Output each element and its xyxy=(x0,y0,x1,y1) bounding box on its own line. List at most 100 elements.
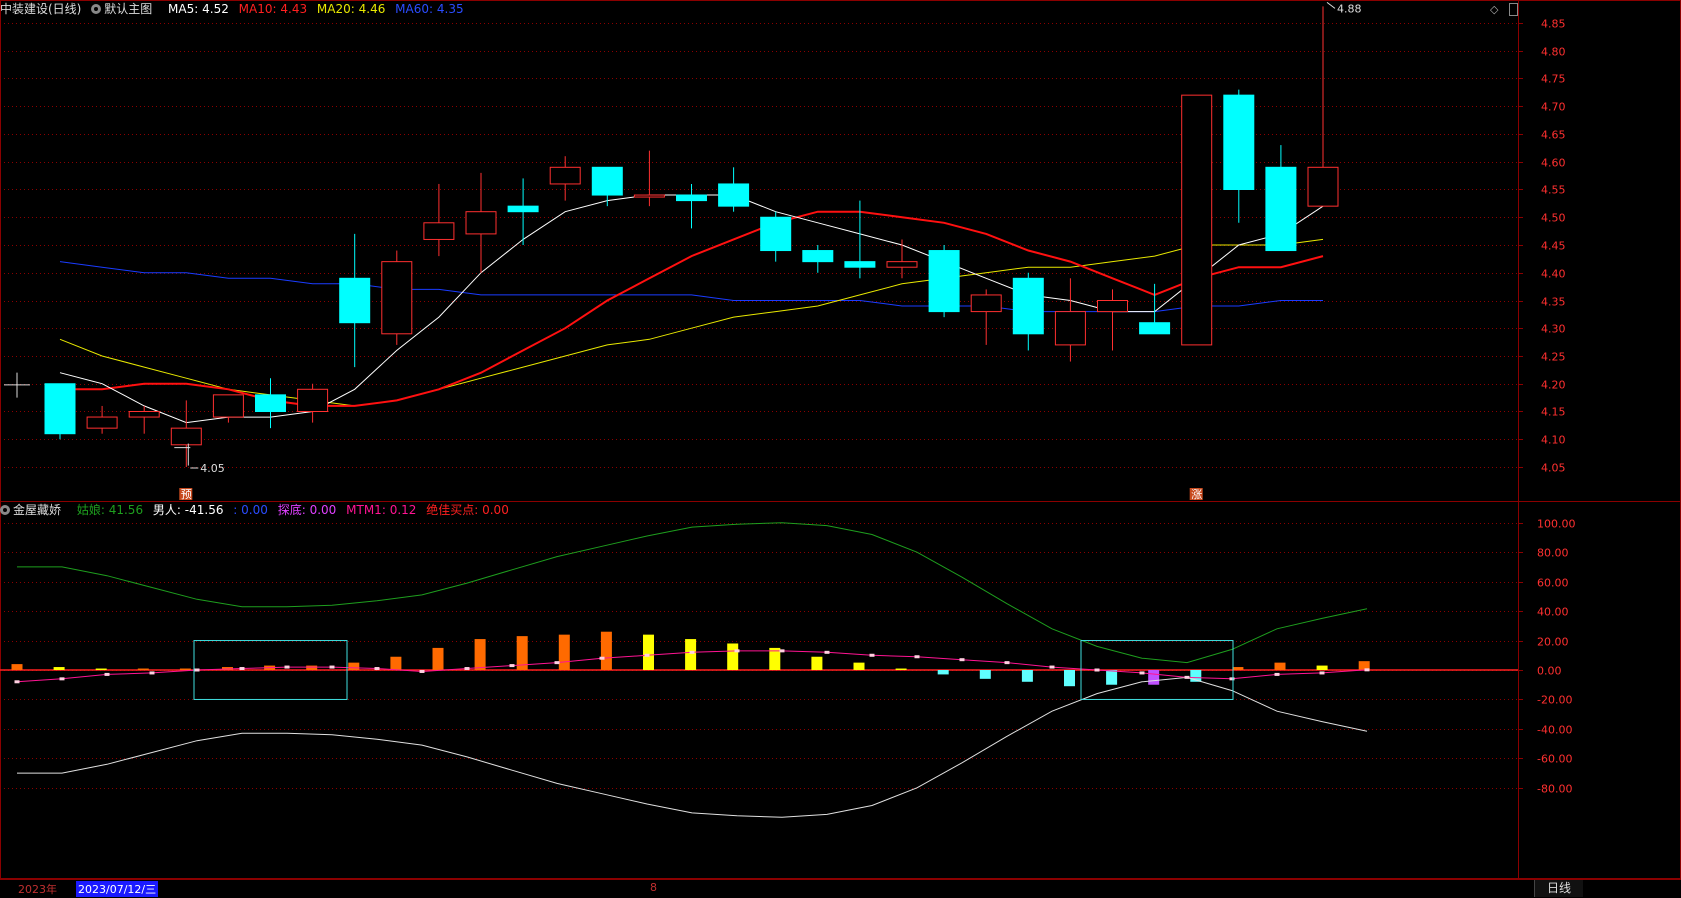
candle-body xyxy=(44,383,76,435)
momentum-bar xyxy=(853,662,865,670)
momentum-bar xyxy=(643,634,654,670)
ma5-legend: MA5: 4.52 xyxy=(168,2,229,16)
momentum-bar xyxy=(1316,665,1328,670)
period-button[interactable]: 日线 xyxy=(1534,880,1583,897)
template-label: 默认主图 xyxy=(104,2,153,16)
mtm-marker xyxy=(1184,675,1190,679)
candle-body xyxy=(1265,166,1297,252)
momentum-bar xyxy=(685,639,697,670)
momentum-bar xyxy=(1232,667,1244,670)
momentum-bar xyxy=(1064,670,1075,687)
candle-body xyxy=(549,166,581,185)
momentum-bar xyxy=(137,668,149,670)
candle-body xyxy=(297,388,329,412)
mtm-marker xyxy=(689,650,695,654)
cursor-date: 2023/07/12/三 xyxy=(76,881,159,897)
momentum-bar xyxy=(1148,670,1160,685)
mtm-marker xyxy=(284,665,290,669)
candle-body xyxy=(465,211,497,235)
ma20-legend: MA20: 4.46 xyxy=(317,2,385,16)
momentum-bar xyxy=(390,656,402,670)
mtm-marker xyxy=(464,667,470,671)
momentum-bar xyxy=(95,668,107,670)
mtm-marker xyxy=(59,677,65,681)
price-tick-label: 4.85 xyxy=(1541,18,1566,31)
candle-body xyxy=(676,194,707,202)
mtm-marker xyxy=(374,667,380,671)
price-tick-label: 4.65 xyxy=(1541,129,1566,142)
candle-body xyxy=(802,250,834,263)
mtm-marker xyxy=(914,655,920,659)
candle-body xyxy=(86,416,118,429)
ma10-legend: MA10: 4.43 xyxy=(239,2,307,16)
indicator-title: 金屋藏娇 xyxy=(13,503,62,517)
price-tick-label: 4.25 xyxy=(1541,351,1566,364)
mtm-marker xyxy=(1049,665,1055,669)
candle-body xyxy=(1181,94,1213,346)
mtm-marker xyxy=(554,661,560,665)
candle-body xyxy=(339,277,371,324)
candle-body xyxy=(633,194,665,198)
ma20-value: 4.46 xyxy=(358,2,386,16)
price-tick-label: 4.20 xyxy=(1541,379,1566,392)
indicator-tick-label: -40.00 xyxy=(1537,724,1572,737)
scroll-handle[interactable] xyxy=(1509,3,1518,16)
indicator-tick-label: 100.00 xyxy=(1537,518,1576,531)
blank-value: 0.00 xyxy=(241,503,268,517)
ma5-label: MA5: xyxy=(168,2,199,16)
low-label: 4.05 xyxy=(200,462,225,475)
mtm-marker xyxy=(239,667,245,671)
man-legend: 男人: -41.56 xyxy=(153,503,224,517)
mtm-marker xyxy=(779,649,785,653)
candle-body xyxy=(1139,322,1171,335)
momentum-bar xyxy=(811,656,823,670)
momentum-bar xyxy=(937,670,949,675)
template-selector[interactable]: 默认主图 xyxy=(91,2,162,16)
chart-canvas[interactable]: 4.85 4.80 4.75 4.70 4.65 4.60 4.55 4.50 4.45 4.40… xyxy=(0,0,1681,897)
settings-icon[interactable] xyxy=(91,4,102,14)
mtm-marker xyxy=(869,653,875,657)
indicator-tick-label: 40.00 xyxy=(1537,606,1569,619)
mtm-marker xyxy=(329,665,335,669)
indicator-tick-label: 80.00 xyxy=(1537,547,1569,560)
girl-label: 姑娘: xyxy=(76,503,105,517)
candle-body xyxy=(423,222,455,240)
momentum-bar xyxy=(1021,670,1033,682)
price-tick-label: 4.80 xyxy=(1541,46,1566,59)
candle-body xyxy=(844,261,876,268)
price-tick-label: 4.35 xyxy=(1541,296,1566,309)
mtm-value: 0.12 xyxy=(389,503,417,517)
momentum-bar xyxy=(306,665,318,670)
candle-body xyxy=(1054,311,1086,346)
month-label: 8 xyxy=(650,881,657,894)
high-pointer xyxy=(1326,1,1336,9)
probe-label: 探底: xyxy=(277,503,306,517)
ma5-value: 4.52 xyxy=(202,2,229,16)
mtm-legend: MTM1: 0.12 xyxy=(346,503,416,517)
mtm-marker xyxy=(1364,668,1370,672)
price-tick-label: 4.10 xyxy=(1541,434,1566,447)
mtm-marker xyxy=(824,650,830,654)
candle-body xyxy=(381,261,413,335)
price-tick-label: 4.70 xyxy=(1541,101,1566,114)
price-tick-label: 4.15 xyxy=(1541,406,1566,419)
momentum-bar xyxy=(348,662,360,670)
girl-legend: 姑娘: 41.56 xyxy=(77,503,143,517)
indicator-settings-icon[interactable] xyxy=(0,505,10,515)
price-tick-label: 4.05 xyxy=(1541,462,1566,475)
candle-body xyxy=(1307,166,1339,207)
momentum-bar xyxy=(179,668,191,670)
mtm-marker xyxy=(194,668,200,672)
momentum-bar xyxy=(1274,662,1286,670)
diamond-icon[interactable]: ◇ xyxy=(1490,3,1498,16)
best-buy-label: 绝佳买点: xyxy=(426,503,479,517)
indicator-title-group[interactable]: 金屋藏娇 xyxy=(0,503,67,517)
candle-body xyxy=(591,166,623,196)
mtm-marker xyxy=(1004,661,1010,665)
momentum-bar xyxy=(1106,670,1118,685)
candle-body xyxy=(886,261,918,268)
stock-title[interactable]: 中装建设(日线) xyxy=(0,2,81,16)
ma20-label: MA20: xyxy=(316,2,355,16)
marker-1-label: 预 xyxy=(181,488,192,501)
momentum-bar xyxy=(727,643,739,670)
